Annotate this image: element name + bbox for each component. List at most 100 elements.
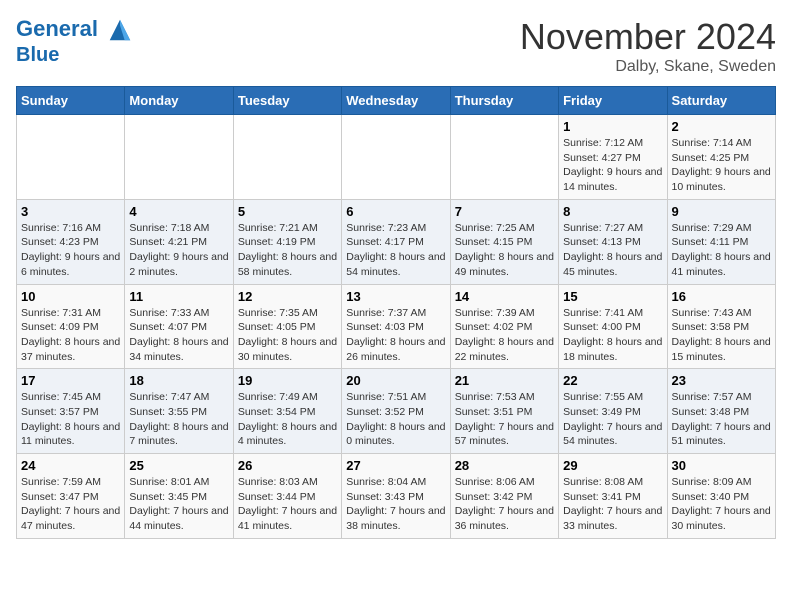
calendar-cell: 14Sunrise: 7:39 AM Sunset: 4:02 PM Dayli…	[450, 284, 558, 369]
day-info: Sunrise: 7:55 AM Sunset: 3:49 PM Dayligh…	[563, 390, 662, 449]
day-number: 30	[672, 458, 771, 473]
day-number: 18	[129, 373, 228, 388]
day-number: 4	[129, 204, 228, 219]
day-number: 16	[672, 289, 771, 304]
calendar-cell: 12Sunrise: 7:35 AM Sunset: 4:05 PM Dayli…	[233, 284, 341, 369]
month-title: November 2024	[520, 16, 776, 58]
calendar-cell: 10 Sunrise: 7:31 AM Sunset: 4:09 PM Dayli…	[17, 284, 125, 369]
calendar-cell: 22 Sunrise: 7:55 AM Sunset: 3:49 PM Dayli…	[559, 369, 667, 454]
calendar-cell: 6Sunrise: 7:23 AM Sunset: 4:17 PM Daylig…	[342, 199, 450, 284]
day-number: 15	[563, 289, 662, 304]
day-number: 11	[129, 289, 228, 304]
day-number: 13	[346, 289, 445, 304]
day-number: 28	[455, 458, 554, 473]
calendar-cell: 13 Sunrise: 7:37 AM Sunset: 4:03 PM Dayli…	[342, 284, 450, 369]
calendar-cell: 18 Sunrise: 7:47 AM Sunset: 3:55 PM Dayli…	[125, 369, 233, 454]
calendar-cell	[450, 115, 558, 200]
weekday-header: Wednesday	[342, 87, 450, 115]
day-info: Sunrise: 7:12 AM Sunset: 4:27 PM Dayligh…	[563, 136, 662, 195]
day-info: Sunrise: 7:37 AM Sunset: 4:03 PM Dayligh…	[346, 306, 445, 365]
day-number: 2	[672, 119, 771, 134]
day-info: Sunrise: 7:21 AM Sunset: 4:19 PM Dayligh…	[238, 221, 337, 280]
calendar-cell: 23Sunrise: 7:57 AM Sunset: 3:48 PM Dayli…	[667, 369, 775, 454]
calendar-cell: 3 Sunrise: 7:16 AM Sunset: 4:23 PM Daylig…	[17, 199, 125, 284]
weekday-header-row: SundayMondayTuesdayWednesdayThursdayFrid…	[17, 87, 776, 115]
logo: General Blue	[16, 16, 134, 66]
weekday-header: Tuesday	[233, 87, 341, 115]
day-info: Sunrise: 8:01 AM Sunset: 3:45 PM Dayligh…	[129, 475, 228, 534]
day-info: Sunrise: 7:39 AM Sunset: 4:02 PM Dayligh…	[455, 306, 554, 365]
day-number: 17	[21, 373, 120, 388]
day-info: Sunrise: 7:18 AM Sunset: 4:21 PM Dayligh…	[129, 221, 228, 280]
calendar-cell: 21 Sunrise: 7:53 AM Sunset: 3:51 PM Dayli…	[450, 369, 558, 454]
day-number: 24	[21, 458, 120, 473]
day-number: 23	[672, 373, 771, 388]
day-info: Sunrise: 7:35 AM Sunset: 4:05 PM Dayligh…	[238, 306, 337, 365]
calendar-cell: 9Sunrise: 7:29 AM Sunset: 4:11 PM Daylig…	[667, 199, 775, 284]
calendar-cell	[342, 115, 450, 200]
day-number: 21	[455, 373, 554, 388]
calendar-cell	[17, 115, 125, 200]
day-number: 22	[563, 373, 662, 388]
calendar-cell: 30 Sunrise: 8:09 AM Sunset: 3:40 PM Dayli…	[667, 454, 775, 539]
day-number: 25	[129, 458, 228, 473]
day-info: Sunrise: 7:33 AM Sunset: 4:07 PM Dayligh…	[129, 306, 228, 365]
calendar-cell: 25 Sunrise: 8:01 AM Sunset: 3:45 PM Dayli…	[125, 454, 233, 539]
day-info: Sunrise: 7:31 AM Sunset: 4:09 PM Dayligh…	[21, 306, 120, 365]
day-info: Sunrise: 7:47 AM Sunset: 3:55 PM Dayligh…	[129, 390, 228, 449]
calendar-week-row: 17 Sunrise: 7:45 AM Sunset: 3:57 PM Dayli…	[17, 369, 776, 454]
calendar-cell: 27 Sunrise: 8:04 AM Sunset: 3:43 PM Dayli…	[342, 454, 450, 539]
day-info: Sunrise: 8:04 AM Sunset: 3:43 PM Dayligh…	[346, 475, 445, 534]
day-number: 1	[563, 119, 662, 134]
calendar-cell: 1 Sunrise: 7:12 AM Sunset: 4:27 PM Daylig…	[559, 115, 667, 200]
calendar-cell: 20 Sunrise: 7:51 AM Sunset: 3:52 PM Dayli…	[342, 369, 450, 454]
weekday-header: Sunday	[17, 87, 125, 115]
calendar-cell: 7 Sunrise: 7:25 AM Sunset: 4:15 PM Daylig…	[450, 199, 558, 284]
day-info: Sunrise: 7:51 AM Sunset: 3:52 PM Dayligh…	[346, 390, 445, 449]
calendar-week-row: 3 Sunrise: 7:16 AM Sunset: 4:23 PM Daylig…	[17, 199, 776, 284]
day-number: 9	[672, 204, 771, 219]
calendar-cell: 2 Sunrise: 7:14 AM Sunset: 4:25 PM Daylig…	[667, 115, 775, 200]
day-number: 19	[238, 373, 337, 388]
logo-blue: Blue	[16, 44, 134, 66]
day-number: 3	[21, 204, 120, 219]
calendar-cell: 4 Sunrise: 7:18 AM Sunset: 4:21 PM Daylig…	[125, 199, 233, 284]
day-number: 5	[238, 204, 337, 219]
day-info: Sunrise: 7:41 AM Sunset: 4:00 PM Dayligh…	[563, 306, 662, 365]
calendar-cell: 26 Sunrise: 8:03 AM Sunset: 3:44 PM Dayli…	[233, 454, 341, 539]
day-info: Sunrise: 7:16 AM Sunset: 4:23 PM Dayligh…	[21, 221, 120, 280]
calendar-table: SundayMondayTuesdayWednesdayThursdayFrid…	[16, 86, 776, 539]
logo-text: General	[16, 16, 134, 44]
day-number: 27	[346, 458, 445, 473]
day-info: Sunrise: 8:03 AM Sunset: 3:44 PM Dayligh…	[238, 475, 337, 534]
day-info: Sunrise: 7:27 AM Sunset: 4:13 PM Dayligh…	[563, 221, 662, 280]
day-number: 26	[238, 458, 337, 473]
calendar-week-row: 1 Sunrise: 7:12 AM Sunset: 4:27 PM Daylig…	[17, 115, 776, 200]
location: Dalby, Skane, Sweden	[520, 58, 776, 76]
calendar-cell	[125, 115, 233, 200]
weekday-header: Friday	[559, 87, 667, 115]
header: General Blue November 2024 Dalby, Skane,…	[16, 16, 776, 76]
day-number: 7	[455, 204, 554, 219]
day-info: Sunrise: 8:06 AM Sunset: 3:42 PM Dayligh…	[455, 475, 554, 534]
calendar-cell: 29 Sunrise: 8:08 AM Sunset: 3:41 PM Dayli…	[559, 454, 667, 539]
weekday-header: Monday	[125, 87, 233, 115]
day-info: Sunrise: 7:53 AM Sunset: 3:51 PM Dayligh…	[455, 390, 554, 449]
day-info: Sunrise: 7:25 AM Sunset: 4:15 PM Dayligh…	[455, 221, 554, 280]
calendar-cell: 16Sunrise: 7:43 AM Sunset: 3:58 PM Dayli…	[667, 284, 775, 369]
day-info: Sunrise: 7:45 AM Sunset: 3:57 PM Dayligh…	[21, 390, 120, 449]
calendar-cell	[233, 115, 341, 200]
day-number: 20	[346, 373, 445, 388]
calendar-cell: 8Sunrise: 7:27 AM Sunset: 4:13 PM Daylig…	[559, 199, 667, 284]
calendar-cell: 24 Sunrise: 7:59 AM Sunset: 3:47 PM Dayli…	[17, 454, 125, 539]
calendar-week-row: 24 Sunrise: 7:59 AM Sunset: 3:47 PM Dayli…	[17, 454, 776, 539]
day-number: 29	[563, 458, 662, 473]
calendar-cell: 15 Sunrise: 7:41 AM Sunset: 4:00 PM Dayli…	[559, 284, 667, 369]
day-info: Sunrise: 7:59 AM Sunset: 3:47 PM Dayligh…	[21, 475, 120, 534]
day-info: Sunrise: 8:09 AM Sunset: 3:40 PM Dayligh…	[672, 475, 771, 534]
day-number: 10	[21, 289, 120, 304]
day-number: 6	[346, 204, 445, 219]
calendar-cell: 11 Sunrise: 7:33 AM Sunset: 4:07 PM Dayli…	[125, 284, 233, 369]
day-info: Sunrise: 7:14 AM Sunset: 4:25 PM Dayligh…	[672, 136, 771, 195]
day-info: Sunrise: 8:08 AM Sunset: 3:41 PM Dayligh…	[563, 475, 662, 534]
